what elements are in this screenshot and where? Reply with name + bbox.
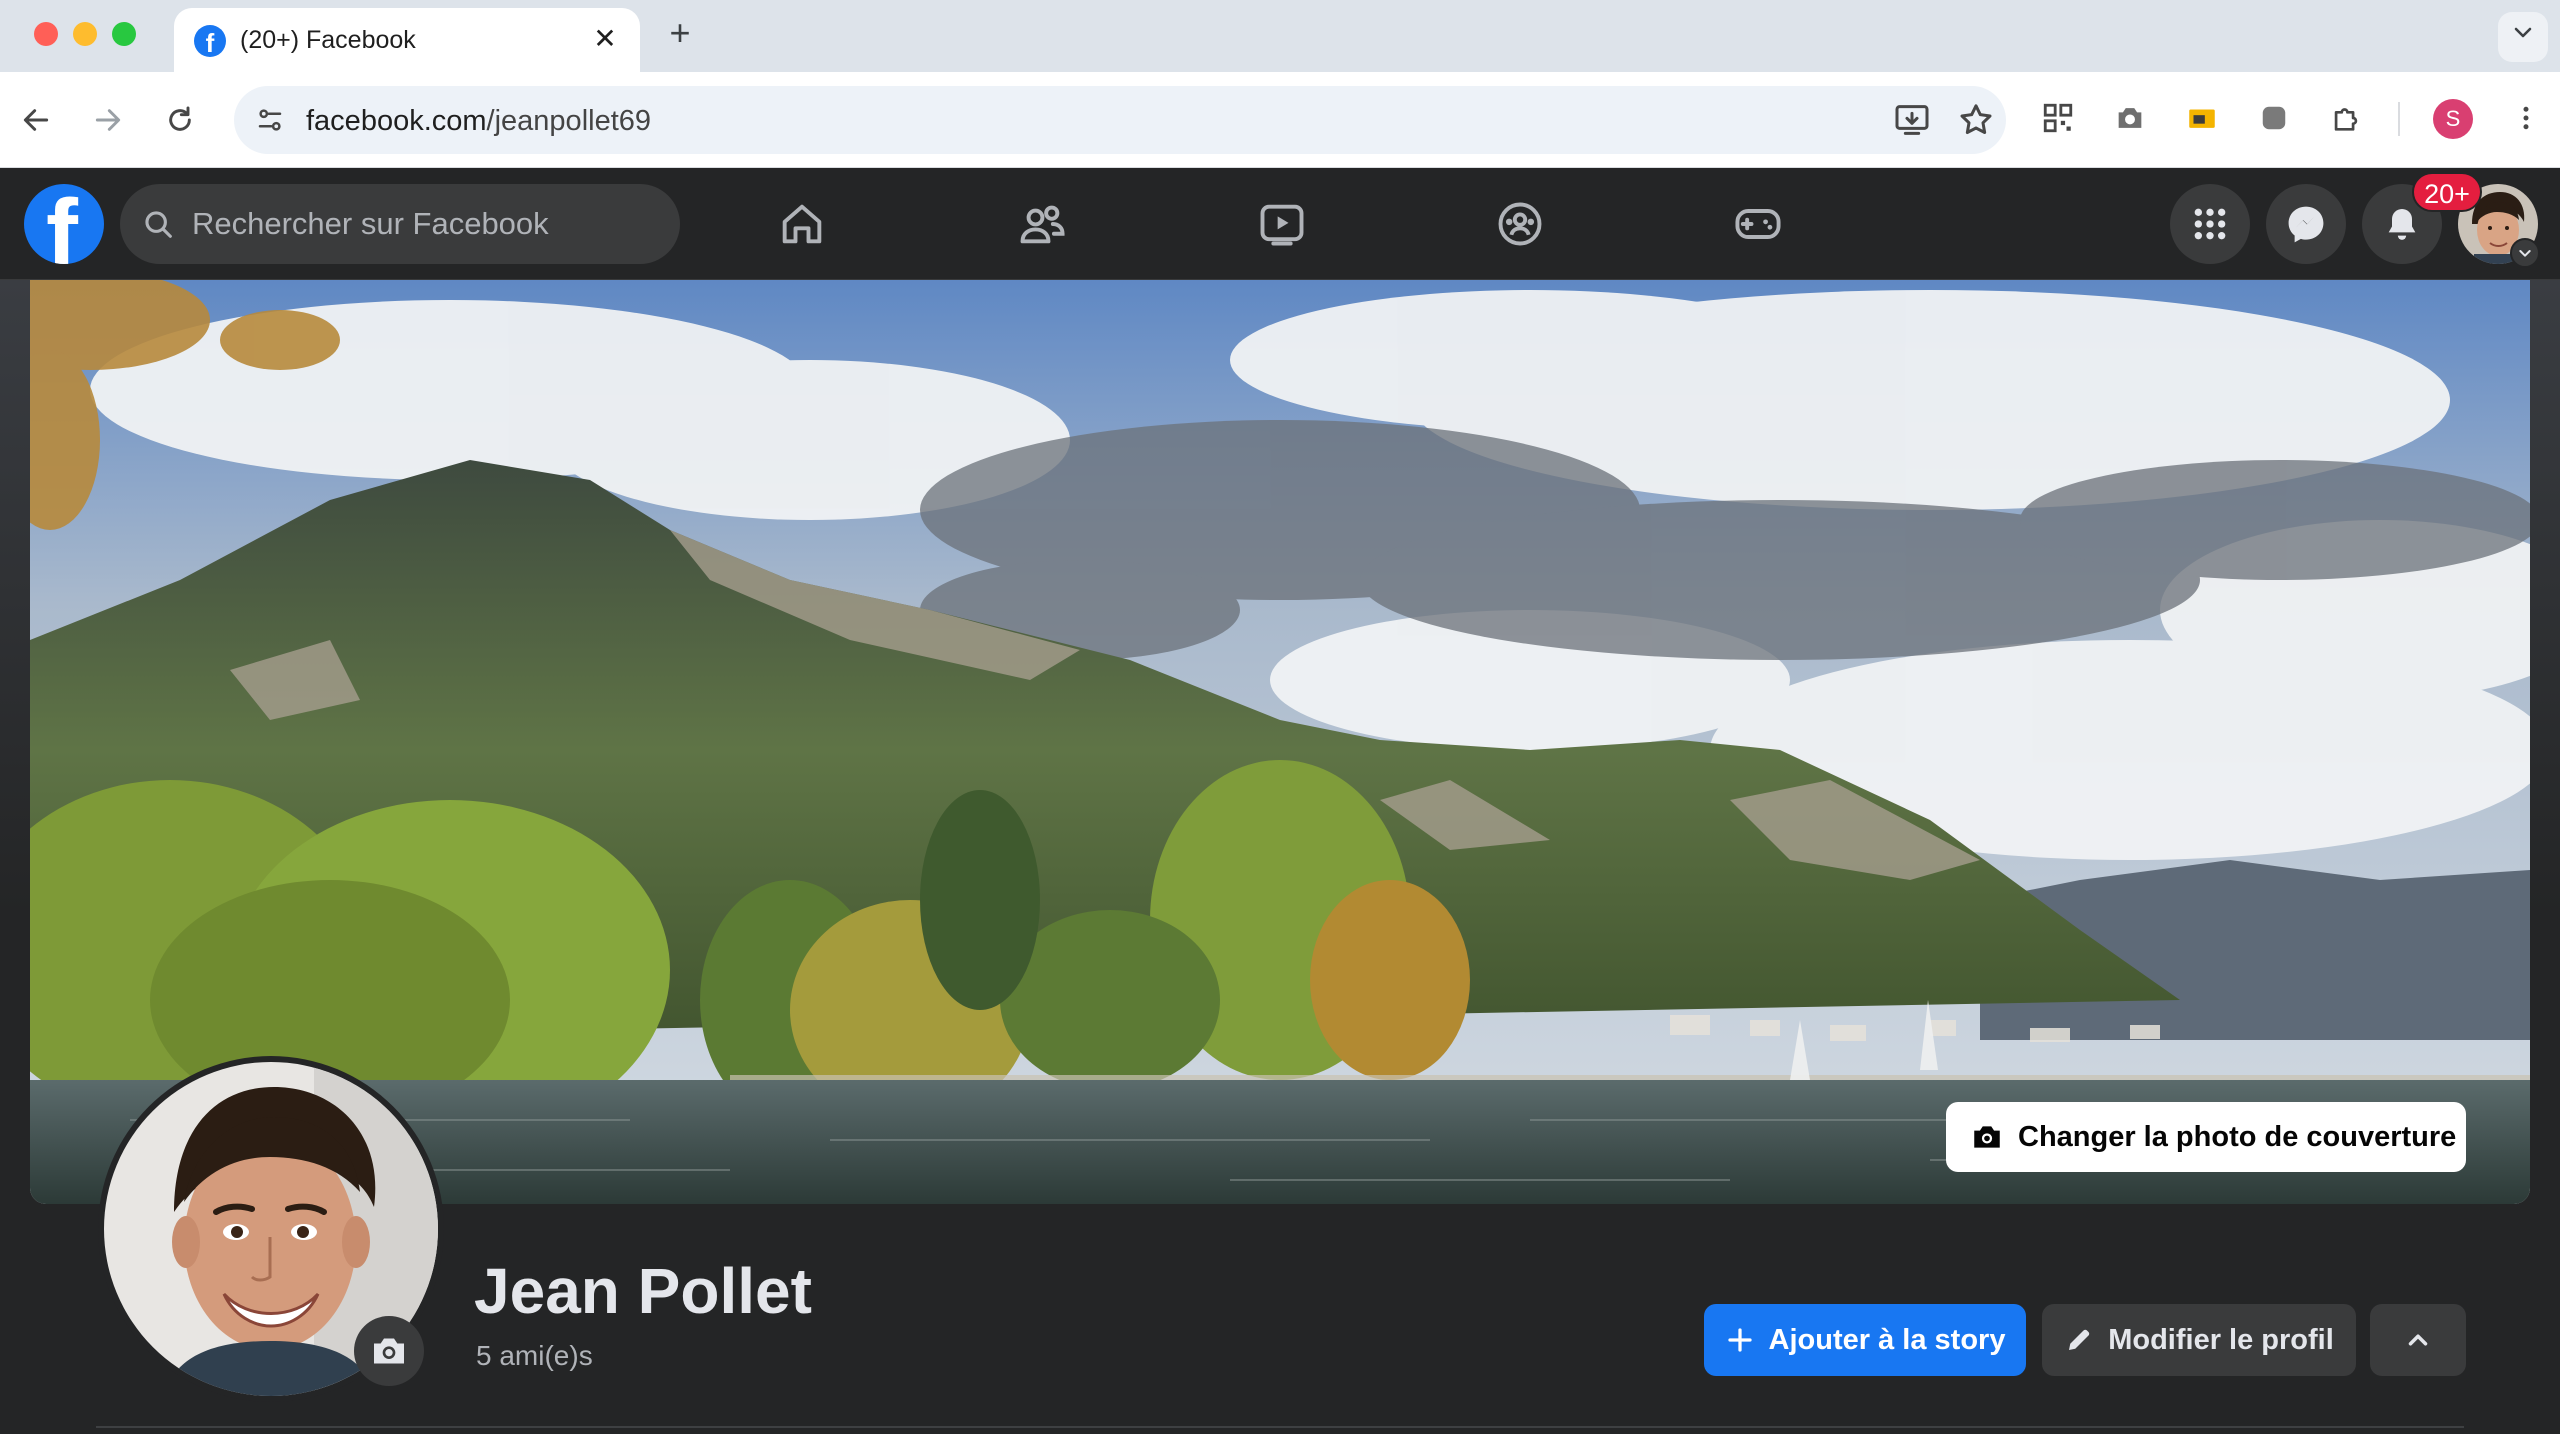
edit-profile-label: Modifier le profil: [2108, 1323, 2334, 1356]
forward-button[interactable]: [82, 94, 134, 146]
browser-tab[interactable]: f (20+) Facebook ✕: [174, 8, 640, 72]
gaming-icon: [1735, 209, 1781, 239]
browser-profile-avatar[interactable]: S: [2433, 99, 2473, 139]
chevron-up-icon: [2408, 1334, 2428, 1346]
url-host: facebook.com: [306, 105, 487, 137]
facebook-logo-icon[interactable]: f: [24, 184, 104, 264]
install-icon: [1895, 105, 1929, 135]
extensions-button[interactable]: [2324, 96, 2368, 140]
arrow-right-icon: [95, 109, 121, 131]
arrow-left-icon: [23, 109, 49, 131]
profile-divider: [96, 1426, 2464, 1428]
pencil-icon: [2064, 1325, 2094, 1355]
folder-icon: [2189, 109, 2215, 128]
qr-code-extension[interactable]: [2036, 96, 2080, 140]
bookmark-button[interactable]: [1956, 100, 1996, 140]
url-text: facebook.com/jeanpollet69: [306, 105, 651, 138]
camera-icon: [1974, 1126, 2000, 1148]
logo-letter: f: [46, 184, 78, 264]
plus-icon: [1725, 1325, 1755, 1355]
collapse-profile-options-button[interactable]: [2370, 1304, 2466, 1376]
reload-button[interactable]: [154, 94, 206, 146]
cover-photo[interactable]: [30, 280, 2530, 1204]
account-menu-caret[interactable]: [2510, 238, 2540, 268]
nav-gaming[interactable]: [1726, 192, 1790, 256]
yellow-extension[interactable]: [2180, 96, 2224, 140]
facebook-favicon-icon: f: [194, 25, 226, 57]
more-vertical-icon: [2523, 106, 2529, 130]
install-app-button[interactable]: [1892, 100, 1932, 140]
close-window-button[interactable]: [34, 22, 58, 46]
minimize-window-button[interactable]: [73, 22, 97, 46]
puzzle-icon: [2334, 108, 2358, 131]
gray-extension[interactable]: [2252, 96, 2296, 140]
friends-count[interactable]: 5 ami(e)s: [476, 1340, 593, 1372]
add-to-story-label: Ajouter à la story: [1768, 1323, 2006, 1356]
search-icon: [145, 211, 172, 238]
home-icon: [782, 204, 822, 244]
edit-profile-button[interactable]: Modifier le profil: [2042, 1304, 2356, 1376]
menu-grid-icon: [2194, 208, 2226, 240]
groups-icon: [1498, 202, 1542, 246]
menu-button[interactable]: [2170, 184, 2250, 264]
new-tab-button[interactable]: +: [660, 14, 700, 54]
site-info-button[interactable]: [250, 100, 290, 140]
address-bar[interactable]: facebook.com/jeanpollet69: [234, 86, 2006, 154]
browser-tab-bar: f (20+) Facebook ✕ +: [0, 0, 2560, 72]
friends-icon: [1020, 205, 1065, 244]
close-tab-icon[interactable]: ✕: [588, 22, 622, 56]
square-icon: [2262, 106, 2286, 130]
profile-name: Jean Pollet: [474, 1255, 812, 1327]
qr-code-icon: [2043, 103, 2073, 133]
maximize-window-button[interactable]: [112, 22, 136, 46]
chevron-down-icon: [2514, 27, 2532, 38]
facebook-header: f: [0, 168, 2560, 280]
reload-icon: [169, 106, 191, 131]
camera-icon: [374, 1338, 404, 1364]
nav-home[interactable]: [770, 192, 834, 256]
browser-menu-button[interactable]: [2504, 96, 2548, 140]
star-icon: [1960, 104, 1992, 134]
tab-search-button[interactable]: [2498, 12, 2548, 62]
change-cover-photo-button[interactable]: Changer la photo de couverture: [1946, 1102, 2466, 1172]
messenger-button[interactable]: [2266, 184, 2346, 264]
camera-icon: [2118, 108, 2142, 128]
screenshot-extension[interactable]: [2108, 96, 2152, 140]
watch-icon: [1260, 204, 1304, 246]
change-cover-label: Changer la photo de couverture: [2018, 1120, 2457, 1153]
search-box[interactable]: [120, 184, 680, 264]
landscape-image: [30, 280, 2530, 1204]
back-button[interactable]: [10, 94, 62, 146]
update-profile-picture-button[interactable]: [354, 1316, 424, 1386]
nav-watch[interactable]: [1250, 192, 1314, 256]
browser-toolbar: facebook.com/jeanpollet69 S: [0, 72, 2560, 168]
chevron-down-icon: [2519, 250, 2531, 257]
messenger-icon: [2288, 206, 2324, 243]
add-to-story-button[interactable]: Ajouter à la story: [1704, 1304, 2026, 1376]
notifications-badge: 20+: [2412, 172, 2482, 212]
tab-title: (20+) Facebook: [240, 26, 416, 54]
nav-friends[interactable]: [1010, 192, 1074, 256]
search-input[interactable]: [192, 184, 662, 264]
bell-icon: [2388, 209, 2416, 240]
tune-icon: [258, 109, 282, 131]
toolbar-divider: [2398, 102, 2400, 136]
url-path: /jeanpollet69: [486, 105, 652, 137]
nav-groups[interactable]: [1488, 192, 1552, 256]
